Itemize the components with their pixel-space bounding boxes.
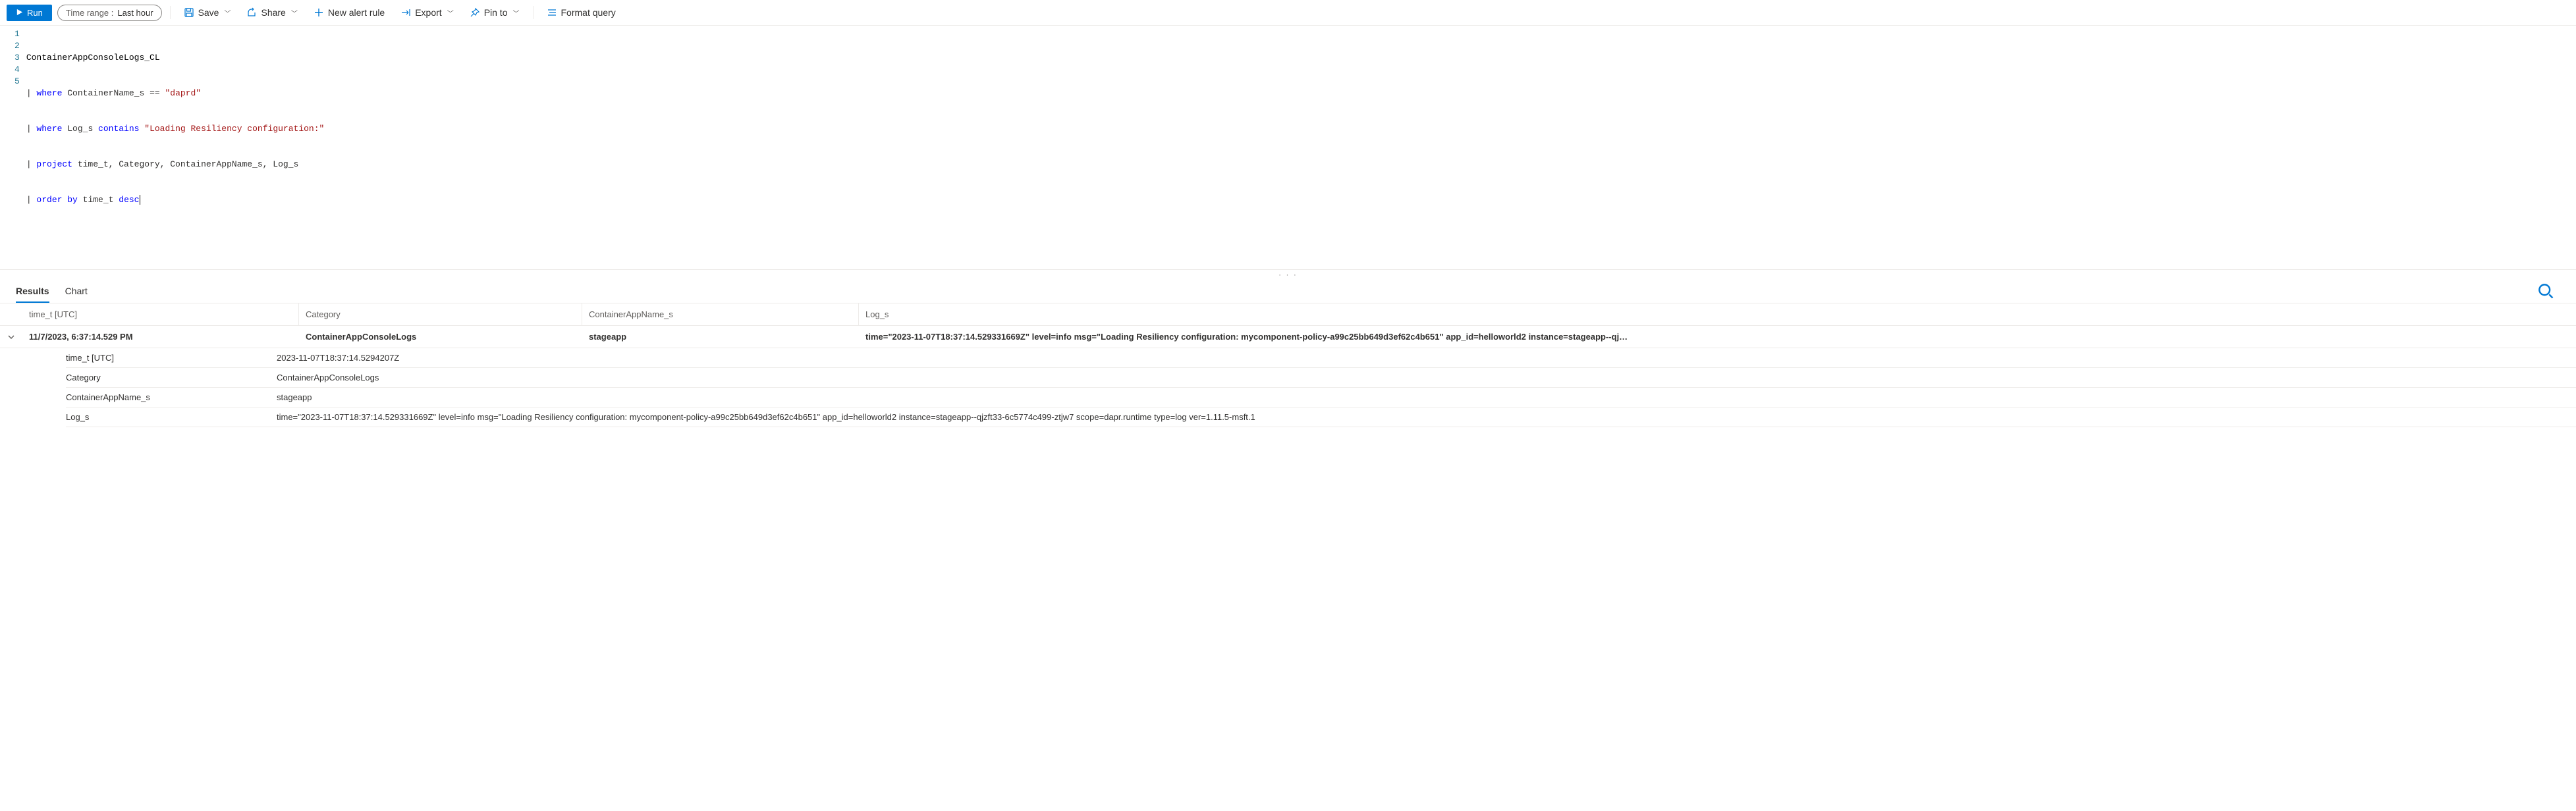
share-label: Share [261,7,285,18]
pin-button[interactable]: Pin to ﹀ [464,4,525,21]
chevron-down-icon: ﹀ [291,8,298,18]
detail-val: 2023-11-07T18:37:14.5294207Z [270,353,2576,363]
run-button[interactable]: Run [7,5,52,21]
detail-row: time_t [UTC] 2023-11-07T18:37:14.5294207… [66,348,2576,368]
chevron-down-icon: ﹀ [224,8,231,18]
detail-key: ContainerAppName_s [66,392,270,402]
new-alert-button[interactable]: New alert rule [308,4,390,21]
detail-row: Category ContainerAppConsoleLogs [66,368,2576,388]
share-icon [246,7,257,18]
col-log[interactable]: Log_s [859,303,2576,325]
detail-val: time="2023-11-07T18:37:14.529331669Z" le… [270,412,2576,422]
export-icon [400,7,411,18]
tab-chart[interactable]: Chart [65,279,88,303]
table-header-row: time_t [UTC] Category ContainerAppName_s… [0,303,2576,326]
chevron-down-icon: ﹀ [513,8,520,18]
divider [170,6,171,19]
col-time[interactable]: time_t [UTC] [22,303,299,325]
table-row[interactable]: 11/7/2023, 6:37:14.529 PM ContainerAppCo… [0,326,2576,348]
play-icon [16,8,23,18]
export-button[interactable]: Export ﹀ [395,4,458,21]
run-label: Run [27,8,43,18]
col-appname[interactable]: ContainerAppName_s [582,303,859,325]
chevron-down-icon: ﹀ [447,8,454,18]
chevron-down-icon [7,333,15,341]
results-tabs: Results Chart [0,279,2576,303]
detail-row: ContainerAppName_s stageapp [66,388,2576,407]
timerange-label: Time range : [66,8,114,18]
cell-app: stageapp [582,332,859,342]
row-details: time_t [UTC] 2023-11-07T18:37:14.5294207… [0,348,2576,427]
cell-category: ContainerAppConsoleLogs [299,332,582,342]
detail-row: Log_s time="2023-11-07T18:37:14.52933166… [66,407,2576,427]
format-icon [547,7,557,18]
line-gutter: 12345 [0,28,26,230]
format-button[interactable]: Format query [541,4,621,21]
toolbar: Run Time range : Last hour Save ﹀ Share … [0,0,2576,26]
format-label: Format query [561,7,616,18]
divider [533,6,534,19]
highlighted-log-text: Loading Resiliency configuration: mycomp… [1101,332,1444,342]
code-area[interactable]: ContainerAppConsoleLogs_CL | where Conta… [26,28,325,230]
search-icon[interactable] [2536,282,2555,300]
detail-val: stageapp [270,392,2576,402]
detail-val: ContainerAppConsoleLogs [270,373,2576,382]
plus-icon [314,7,324,18]
save-button[interactable]: Save ﹀ [178,4,236,21]
expand-toggle[interactable] [0,326,22,348]
cell-time: 11/7/2023, 6:37:14.529 PM [22,332,299,342]
cell-log: time="2023-11-07T18:37:14.529331669Z" le… [859,332,2576,342]
export-label: Export [415,7,441,18]
save-icon [184,7,194,18]
timerange-pill[interactable]: Time range : Last hour [57,5,162,21]
detail-key: time_t [UTC] [66,353,270,363]
share-button[interactable]: Share ﹀ [241,4,302,21]
new-alert-label: New alert rule [328,7,385,18]
query-editor[interactable]: 12345 ContainerAppConsoleLogs_CL | where… [0,26,2576,270]
detail-key: Log_s [66,412,270,422]
save-label: Save [198,7,219,18]
col-category[interactable]: Category [299,303,582,325]
resize-handle[interactable]: · · · [0,270,2576,279]
pin-label: Pin to [484,7,508,18]
tab-results[interactable]: Results [16,279,49,303]
detail-key: Category [66,373,270,382]
results-table: time_t [UTC] Category ContainerAppName_s… [0,303,2576,427]
pin-icon [470,7,480,18]
timerange-value: Last hour [117,8,153,18]
